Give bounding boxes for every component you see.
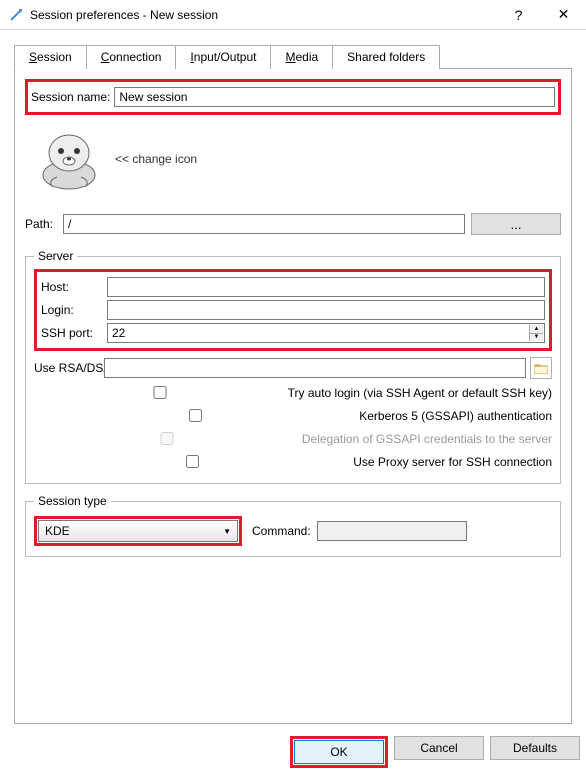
rsa-label: Use RSA/DSA key for ssh connection: (34, 359, 96, 377)
highlight-ok: OK (290, 736, 388, 768)
cancel-button[interactable]: Cancel (394, 736, 484, 760)
server-group: Server Host: Login: SSH port: 22 ▲▼ (25, 249, 561, 484)
session-type-group: Session type KDE Command: (25, 494, 561, 557)
auto-login-checkbox[interactable]: Try auto login (via SSH Agent or default… (34, 383, 552, 402)
path-label: Path: (25, 215, 53, 233)
defaults-button[interactable]: Defaults (490, 736, 580, 760)
session-icon[interactable] (37, 127, 101, 191)
close-button[interactable]: ✕ (541, 0, 586, 30)
app-icon (8, 7, 24, 23)
tab-shared[interactable]: Shared folders (332, 45, 440, 69)
window-title: Session preferences - New session (30, 8, 496, 22)
folder-icon (534, 362, 548, 374)
tab-bar: Session Connection Input/Output Media Sh… (14, 44, 572, 69)
highlight-session-type: KDE (34, 516, 242, 546)
session-name-label: Session name: (31, 88, 110, 106)
host-input[interactable] (107, 277, 545, 297)
proxy-checkbox[interactable]: Use Proxy server for SSH connection (34, 452, 552, 471)
delegation-checkbox: Delegation of GSSAPI credentials to the … (34, 429, 552, 448)
session-type-combo[interactable]: KDE (38, 520, 238, 542)
highlight-session-name: Session name: (25, 79, 561, 115)
ok-button[interactable]: OK (294, 740, 384, 764)
title-bar: Session preferences - New session ? ✕ (0, 0, 586, 30)
help-button[interactable]: ? (496, 0, 541, 30)
host-label: Host: (41, 278, 103, 296)
login-label: Login: (41, 301, 103, 319)
sshport-input[interactable]: 22 ▲▼ (107, 323, 545, 343)
dialog-buttons: OK Cancel Defaults (290, 736, 580, 768)
tab-io[interactable]: Input/Output (175, 45, 271, 69)
highlight-server-fields: Host: Login: SSH port: 22 ▲▼ (34, 269, 552, 351)
command-input (317, 521, 467, 541)
sshport-spinner[interactable]: ▲▼ (529, 325, 543, 341)
login-input[interactable] (107, 300, 545, 320)
rsa-browse-button[interactable] (530, 357, 552, 379)
path-input[interactable] (63, 214, 465, 234)
tab-connection[interactable]: Connection (86, 45, 177, 69)
rsa-key-input[interactable] (104, 358, 526, 378)
session-name-input[interactable] (114, 87, 555, 107)
command-label: Command: (252, 524, 311, 538)
sshport-label: SSH port: (41, 324, 103, 342)
tab-media[interactable]: Media (270, 45, 333, 69)
server-legend: Server (34, 249, 77, 263)
session-panel: Session name: << change icon Path: ... (14, 69, 572, 724)
path-browse-button[interactable]: ... (471, 213, 561, 235)
change-icon-link[interactable]: << change icon (115, 152, 197, 166)
kerberos-checkbox[interactable]: Kerberos 5 (GSSAPI) authentication (34, 406, 552, 425)
session-type-legend: Session type (34, 494, 111, 508)
tab-session[interactable]: Session (14, 45, 87, 69)
